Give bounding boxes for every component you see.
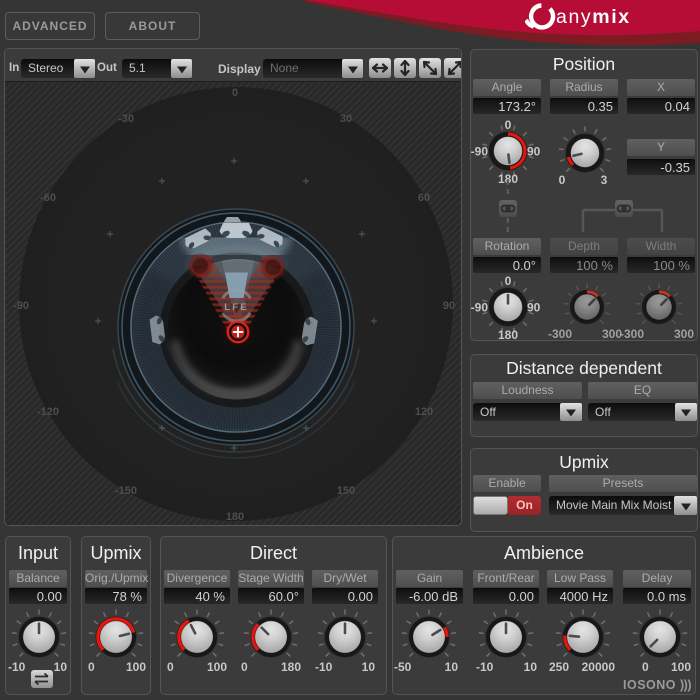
svg-text:-150: -150 <box>115 485 137 497</box>
svg-text:-90: -90 <box>470 145 488 159</box>
svg-text:0: 0 <box>232 87 238 99</box>
svg-text:0: 0 <box>504 118 511 132</box>
svg-text:0: 0 <box>504 274 511 288</box>
svg-text:-120: -120 <box>37 406 59 418</box>
svg-text:-300: -300 <box>620 327 644 341</box>
svg-text:150: 150 <box>337 485 355 497</box>
svg-text:-90: -90 <box>13 300 29 312</box>
svg-text:LFE: LFE <box>224 302 249 313</box>
svg-text:180: 180 <box>226 511 244 523</box>
svg-text:-30: -30 <box>118 113 134 125</box>
svg-text:60: 60 <box>418 192 430 204</box>
svg-text:120: 120 <box>415 406 433 418</box>
svg-text:-300: -300 <box>548 327 572 341</box>
svg-text:300: 300 <box>674 327 694 341</box>
svg-text:180: 180 <box>498 328 518 342</box>
svg-text:30: 30 <box>340 113 352 125</box>
svg-text:90: 90 <box>527 145 541 159</box>
svg-text:-90: -90 <box>470 300 488 314</box>
svg-text:-60: -60 <box>40 192 56 204</box>
